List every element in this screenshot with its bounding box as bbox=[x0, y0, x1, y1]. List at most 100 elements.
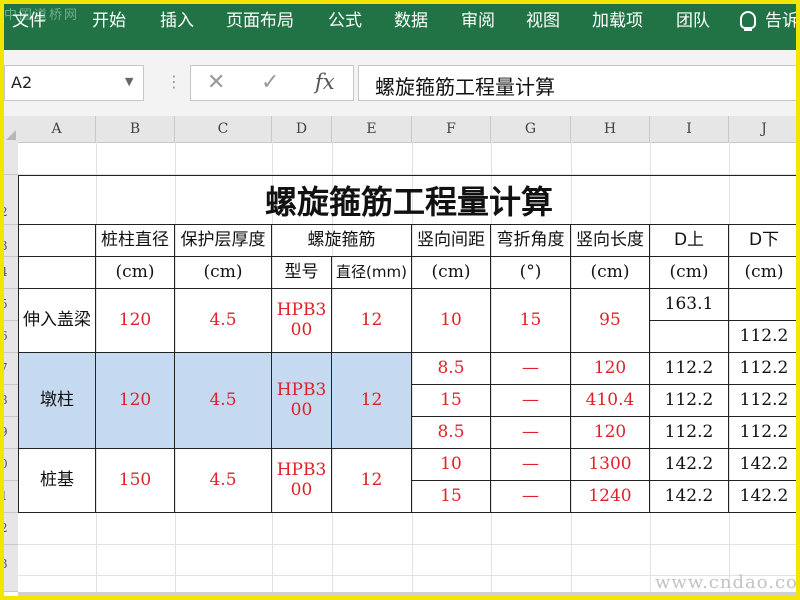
column-header-a[interactable]: A bbox=[18, 116, 96, 142]
d-bottom-value[interactable]: 142.2 bbox=[729, 481, 800, 513]
header-d-top[interactable]: D上 bbox=[650, 225, 729, 257]
lightbulb-icon[interactable] bbox=[740, 11, 756, 31]
row-header[interactable]: 2 bbox=[0, 513, 18, 545]
column-header-j[interactable]: J bbox=[729, 116, 800, 142]
row-header[interactable]: 5 bbox=[0, 289, 18, 321]
column-header-b[interactable]: B bbox=[96, 116, 175, 142]
d-bottom-value[interactable]: 142.2 bbox=[729, 449, 800, 481]
bend-angle-value[interactable]: — bbox=[491, 449, 571, 481]
unit-vertical-spacing[interactable]: (cm) bbox=[412, 257, 491, 289]
menu-team[interactable]: 团队 bbox=[676, 0, 710, 46]
cover-thickness-value[interactable]: 4.5 bbox=[175, 353, 272, 449]
confirm-icon[interactable]: ✓ bbox=[261, 70, 279, 95]
vertical-length-value[interactable]: 1300 bbox=[571, 449, 650, 481]
bend-angle-value[interactable]: — bbox=[491, 385, 571, 417]
unit-d-top[interactable]: (cm) bbox=[650, 257, 729, 289]
rebar-type-value[interactable]: HPB300 bbox=[272, 289, 332, 353]
vertical-spacing-value[interactable]: 10 bbox=[412, 289, 491, 353]
pile-diameter-value[interactable]: 120 bbox=[96, 289, 175, 353]
column-header-g[interactable]: G bbox=[491, 116, 571, 142]
menu-addins[interactable]: 加载项 bbox=[592, 0, 643, 46]
rebar-type-value[interactable]: HPB300 bbox=[272, 449, 332, 513]
menu-insert[interactable]: 插入 bbox=[160, 0, 194, 46]
d-top-value[interactable] bbox=[650, 321, 729, 353]
d-top-value[interactable]: 112.2 bbox=[650, 417, 729, 449]
header-d-bottom[interactable]: D下 bbox=[729, 225, 800, 257]
rebar-diameter-value[interactable]: 12 bbox=[332, 289, 412, 353]
vertical-length-value[interactable]: 120 bbox=[571, 417, 650, 449]
d-bottom-value[interactable]: 112.2 bbox=[729, 321, 800, 353]
menu-home[interactable]: 开始 bbox=[92, 0, 126, 46]
column-header-d[interactable]: D bbox=[272, 116, 332, 142]
row-header[interactable]: 6 bbox=[0, 321, 18, 353]
chevron-down-icon[interactable]: ▼ bbox=[125, 75, 133, 88]
row-header[interactable]: 8 bbox=[0, 385, 18, 417]
header-spiral-stirrup[interactable]: 螺旋箍筋 bbox=[272, 225, 412, 257]
vertical-spacing-value[interactable]: 8.5 bbox=[412, 353, 491, 385]
menu-page-layout[interactable]: 页面布局 bbox=[226, 0, 294, 46]
bend-angle-value[interactable]: — bbox=[491, 417, 571, 449]
column-header-f[interactable]: F bbox=[412, 116, 491, 142]
row-header[interactable]: 0 bbox=[0, 449, 18, 481]
group-name-pile-foundation[interactable]: 桩基 bbox=[18, 449, 96, 513]
unit-vertical-length[interactable]: (cm) bbox=[571, 257, 650, 289]
pile-diameter-value[interactable]: 150 bbox=[96, 449, 175, 513]
name-box[interactable]: A2 ▼ bbox=[4, 65, 144, 101]
d-top-value[interactable]: 142.2 bbox=[650, 449, 729, 481]
header-cell-empty[interactable] bbox=[18, 225, 96, 257]
menu-view[interactable]: 视图 bbox=[526, 0, 560, 46]
d-top-value[interactable]: 112.2 bbox=[650, 353, 729, 385]
row-header[interactable]: 3 bbox=[0, 545, 18, 592]
unit-cover-thickness[interactable]: (cm) bbox=[175, 257, 272, 289]
d-bottom-value[interactable]: 112.2 bbox=[729, 417, 800, 449]
unit-cell-empty[interactable] bbox=[18, 257, 96, 289]
cover-thickness-value[interactable]: 4.5 bbox=[175, 449, 272, 513]
header-vertical-spacing[interactable]: 竖向间距 bbox=[412, 225, 491, 257]
d-top-value[interactable]: 112.2 bbox=[650, 385, 729, 417]
select-all-corner[interactable] bbox=[0, 116, 18, 142]
d-top-value[interactable]: 142.2 bbox=[650, 481, 729, 513]
bend-angle-value[interactable]: — bbox=[491, 353, 571, 385]
unit-type[interactable]: 型号 bbox=[272, 257, 332, 289]
insert-function-icon[interactable]: fx bbox=[315, 70, 335, 94]
column-header-e[interactable]: E bbox=[332, 116, 412, 142]
column-header-h[interactable]: H bbox=[571, 116, 650, 142]
vertical-length-value[interactable]: 410.4 bbox=[571, 385, 650, 417]
unit-bend-angle[interactable]: (°) bbox=[491, 257, 571, 289]
column-header-i[interactable]: I bbox=[650, 116, 729, 142]
formula-input[interactable]: 螺旋箍筋工程量计算 bbox=[358, 65, 798, 101]
d-top-value[interactable]: 163.1 bbox=[650, 289, 729, 321]
vertical-spacing-value[interactable]: 10 bbox=[412, 449, 491, 481]
row-header[interactable]: 7 bbox=[0, 353, 18, 385]
rebar-diameter-value[interactable]: 12 bbox=[332, 353, 412, 449]
bend-angle-value[interactable]: — bbox=[491, 481, 571, 513]
menu-formulas[interactable]: 公式 bbox=[328, 0, 362, 46]
sheet-title[interactable]: 螺旋箍筋工程量计算 bbox=[18, 175, 800, 225]
vertical-spacing-value[interactable]: 15 bbox=[412, 385, 491, 417]
row-header[interactable]: 2 bbox=[0, 175, 18, 225]
vertical-length-value[interactable]: 1240 bbox=[571, 481, 650, 513]
row-header[interactable]: 9 bbox=[0, 417, 18, 449]
header-cover-thickness[interactable]: 保护层厚度 bbox=[175, 225, 272, 257]
vertical-spacing-value[interactable]: 8.5 bbox=[412, 417, 491, 449]
menu-review[interactable]: 审阅 bbox=[461, 0, 495, 46]
menu-tell-me[interactable]: 告诉 bbox=[765, 0, 799, 46]
unit-d-bottom[interactable]: (cm) bbox=[729, 257, 800, 289]
d-bottom-value[interactable]: 112.2 bbox=[729, 353, 800, 385]
unit-pile-diameter[interactable]: (cm) bbox=[96, 257, 175, 289]
header-pile-diameter[interactable]: 桩柱直径 bbox=[96, 225, 175, 257]
vertical-length-value[interactable]: 95 bbox=[571, 289, 650, 353]
column-header-c[interactable]: C bbox=[175, 116, 272, 142]
group-name-cap-beam[interactable]: 伸入盖梁 bbox=[18, 289, 96, 353]
d-bottom-value[interactable]: 112.2 bbox=[729, 385, 800, 417]
header-bend-angle[interactable]: 弯折角度 bbox=[491, 225, 571, 257]
menu-data[interactable]: 数据 bbox=[394, 0, 428, 46]
menu-file[interactable]: 文件 bbox=[12, 0, 46, 46]
d-bottom-value[interactable] bbox=[729, 289, 800, 321]
horizontal-scrollbar[interactable] bbox=[18, 592, 800, 596]
cancel-icon[interactable]: ✕ bbox=[207, 70, 225, 95]
unit-diameter-mm[interactable]: 直径(mm) bbox=[332, 257, 412, 289]
row-header[interactable] bbox=[0, 142, 18, 175]
cover-thickness-value[interactable]: 4.5 bbox=[175, 289, 272, 353]
bend-angle-value[interactable]: 15 bbox=[491, 289, 571, 353]
